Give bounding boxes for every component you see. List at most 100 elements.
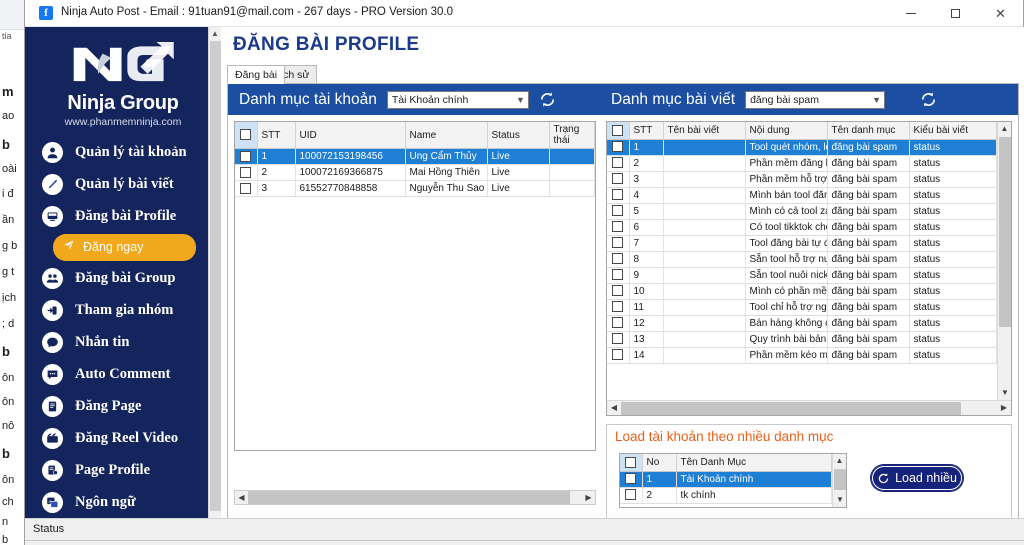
scroll-down-icon[interactable]: ▼ <box>998 386 1011 400</box>
sidebar-active-pill[interactable]: Đăng ngay <box>53 233 196 261</box>
sidebar-item-dang-bai-group[interactable]: Đăng bài Group <box>25 262 221 294</box>
scroll-left-icon[interactable]: ◀ <box>235 491 248 504</box>
checkbox-icon[interactable] <box>612 253 624 265</box>
sidebar-item-dang-reel-video[interactable]: Đăng Reel Video <box>25 422 221 454</box>
table-row[interactable]: 2 tk chính <box>620 487 832 504</box>
checkbox-icon[interactable] <box>612 141 624 153</box>
table-row[interactable]: 13 Quy trình bài bản, n...đăng bài spamst… <box>607 331 997 348</box>
sidebar-item-tham-gia-nhom[interactable]: Tham gia nhóm <box>25 294 221 326</box>
row-checkbox[interactable] <box>620 487 643 504</box>
scroll-right-icon[interactable]: ▶ <box>582 491 595 504</box>
table-row[interactable]: 1 Tài Khoản chính <box>620 471 832 488</box>
row-checkbox[interactable] <box>607 139 630 156</box>
row-checkbox[interactable] <box>620 471 643 488</box>
row-checkbox[interactable] <box>235 148 258 165</box>
tab-dang-bai[interactable]: Đăng bài <box>227 65 286 84</box>
maximize-button[interactable] <box>933 0 978 27</box>
accounts-refresh-icon[interactable] <box>538 90 557 109</box>
table-row[interactable]: 4 Mình bán tool đăng...đăng bài spamstatu… <box>607 187 997 204</box>
table-row[interactable]: 11 Tool chỉ hỗ trợ ngu...đăng bài spamsta… <box>607 299 997 316</box>
row-checkbox[interactable] <box>607 299 630 316</box>
table-row[interactable]: 14 Phần mềm kéo me...đăng bài spamstatus <box>607 347 997 364</box>
row-checkbox[interactable] <box>607 315 630 332</box>
scroll-right-icon[interactable]: ▶ <box>997 401 1011 415</box>
row-checkbox[interactable] <box>607 283 630 300</box>
sidebar-item-dang-ngay[interactable]: Đăng ngay <box>25 232 221 262</box>
table-row[interactable]: 8 Sẵn tool hỗ trợ nuôi...đăng bài spamsta… <box>607 251 997 268</box>
checkbox-icon[interactable] <box>612 301 624 313</box>
row-checkbox[interactable] <box>607 187 630 204</box>
row-checkbox[interactable] <box>607 219 630 236</box>
table-row[interactable]: 1 100072153198456 Ung Cẩm Thủy Live <box>235 148 595 165</box>
checkbox-icon[interactable] <box>612 173 624 185</box>
sidebar-item-quan-ly-bai-viet[interactable]: Quản lý bài viết <box>25 168 221 200</box>
accounts-horizontal-scrollbar[interactable]: ◀ ▶ <box>234 490 596 505</box>
row-checkbox[interactable] <box>607 267 630 284</box>
table-row[interactable]: 7 Tool đăng bài tự đ...đăng bài spamstatu… <box>607 235 997 252</box>
table-row[interactable]: 6 Có tool tikktok cho ...đăng bài spamsta… <box>607 219 997 236</box>
row-checkbox[interactable] <box>607 171 630 188</box>
table-row[interactable]: 9 Sẵn tool nuôi nick, ...đăng bài spamsta… <box>607 267 997 284</box>
table-row[interactable]: 3 61552770848858 Nguyễn Thu Sao Live <box>235 180 595 197</box>
checkbox-icon[interactable] <box>625 456 637 468</box>
sidebar-item-nhan-tin[interactable]: Nhắn tin <box>25 326 221 358</box>
row-checkbox[interactable] <box>607 155 630 172</box>
row-checkbox[interactable] <box>607 331 630 348</box>
checkbox-icon[interactable] <box>612 124 624 136</box>
scroll-up-icon[interactable]: ▲ <box>998 122 1011 136</box>
table-row[interactable]: 1 Tool quét nhóm, lọ...đăng bài spamstatu… <box>607 139 997 156</box>
load-nhieu-button[interactable]: Load nhiều <box>871 465 963 491</box>
scroll-down-icon[interactable]: ▼ <box>833 493 846 507</box>
close-button[interactable]: ✕ <box>978 0 1023 27</box>
table-row[interactable]: 12 Bán hàng không c...đăng bài spamstatus <box>607 315 997 332</box>
checkbox-icon[interactable] <box>612 349 624 361</box>
sidebar-item-page-profile[interactable]: Page Profile <box>25 454 221 486</box>
scrollbar-thumb[interactable] <box>834 469 846 490</box>
checkbox-icon[interactable] <box>625 489 637 501</box>
checkbox-icon[interactable] <box>240 182 252 194</box>
checkbox-icon[interactable] <box>240 166 252 178</box>
row-checkbox[interactable] <box>235 180 258 197</box>
minimize-button[interactable] <box>888 0 933 27</box>
checkbox-icon[interactable] <box>612 269 624 281</box>
row-checkbox[interactable] <box>607 251 630 268</box>
checkbox-icon[interactable] <box>612 333 624 345</box>
row-checkbox[interactable] <box>607 203 630 220</box>
posts-vertical-scrollbar[interactable]: ▲ ▼ <box>997 122 1011 415</box>
row-checkbox[interactable] <box>607 235 630 252</box>
table-row[interactable]: 2 Phần mềm đăng bà...đăng bài spamstatus <box>607 155 997 172</box>
sidebar-item-auto-comment[interactable]: Auto Comment <box>25 358 221 390</box>
scroll-left-icon[interactable]: ◀ <box>607 401 621 415</box>
sidebar-item-quan-ly-tai-khoan[interactable]: Quản lý tài khoản <box>25 136 221 168</box>
select-all-posts[interactable] <box>607 122 630 140</box>
accounts-category-dropdown[interactable]: Tài Khoản chính ▼ <box>386 90 529 109</box>
sidebar-item-dang-bai-profile[interactable]: Đăng bài Profile <box>25 200 221 232</box>
multi-load-scrollbar[interactable]: ▲ ▼ <box>832 454 846 507</box>
table-row[interactable]: 2 100072169366875 Mai Hồng Thiên Live <box>235 164 595 181</box>
posts-horizontal-scrollbar[interactable]: ◀ ▶ <box>607 400 1011 415</box>
table-row[interactable]: 3 Phần mềm hỗ trợ z...đăng bài spamstatus <box>607 171 997 188</box>
scroll-up-icon[interactable]: ▲ <box>209 27 221 40</box>
checkbox-icon[interactable] <box>612 189 624 201</box>
row-checkbox[interactable] <box>235 164 258 181</box>
scrollbar-thumb[interactable] <box>999 137 1011 327</box>
checkbox-icon[interactable] <box>612 205 624 217</box>
checkbox-icon[interactable] <box>612 317 624 329</box>
scrollbar-thumb[interactable] <box>210 41 221 511</box>
posts-refresh-icon[interactable] <box>919 90 938 109</box>
checkbox-icon[interactable] <box>240 129 252 141</box>
scroll-up-icon[interactable]: ▲ <box>833 454 846 468</box>
posts-grid[interactable]: STT Tên bài viết Nội dung Tên danh mục K… <box>606 121 1012 416</box>
checkbox-icon[interactable] <box>612 221 624 233</box>
table-row[interactable]: 5 Mình có cả tool za...đăng bài spamstatu… <box>607 203 997 220</box>
table-row[interactable]: 10 Mình có phần mềm ...đăng bài spamstatu… <box>607 283 997 300</box>
posts-category-dropdown[interactable]: đăng bài spam ▼ <box>745 90 886 109</box>
sidebar-item-dang-page[interactable]: Đăng Page <box>25 390 221 422</box>
sidebar-item-ngon-ngu[interactable]: A Ngôn ngữ <box>25 486 221 518</box>
multi-load-grid[interactable]: No Tên Danh Mục 1 Tài Khoản chính 2 tk c… <box>619 453 847 508</box>
sidebar-scrollbar[interactable]: ▲ ▼ <box>208 27 221 545</box>
checkbox-icon[interactable] <box>240 150 252 162</box>
scrollbar-thumb[interactable] <box>248 491 570 504</box>
checkbox-icon[interactable] <box>612 157 624 169</box>
row-checkbox[interactable] <box>607 347 630 364</box>
